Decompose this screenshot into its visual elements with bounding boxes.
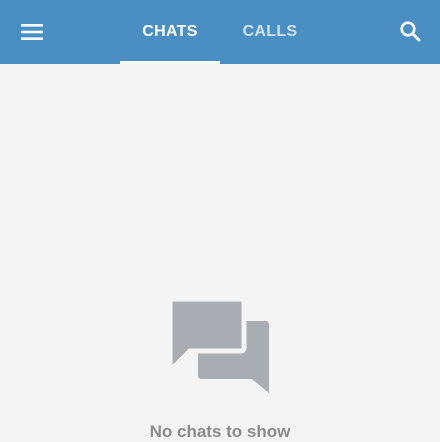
empty-state-message: No chats to show bbox=[149, 422, 291, 441]
tab-calls-label: CALLS bbox=[242, 23, 298, 40]
search-button[interactable] bbox=[390, 11, 430, 51]
menu-icon bbox=[21, 24, 43, 40]
menu-button[interactable] bbox=[14, 14, 50, 50]
tab-chats[interactable]: CHATS bbox=[120, 0, 220, 64]
tab-calls[interactable]: CALLS bbox=[222, 0, 318, 64]
app-bar: CHATS CALLS bbox=[0, 0, 440, 64]
search-icon bbox=[400, 21, 421, 42]
tab-chats-label: CHATS bbox=[142, 23, 198, 40]
chat-list-area: No chats to show bbox=[0, 64, 440, 441]
chats-icon bbox=[170, 299, 269, 393]
